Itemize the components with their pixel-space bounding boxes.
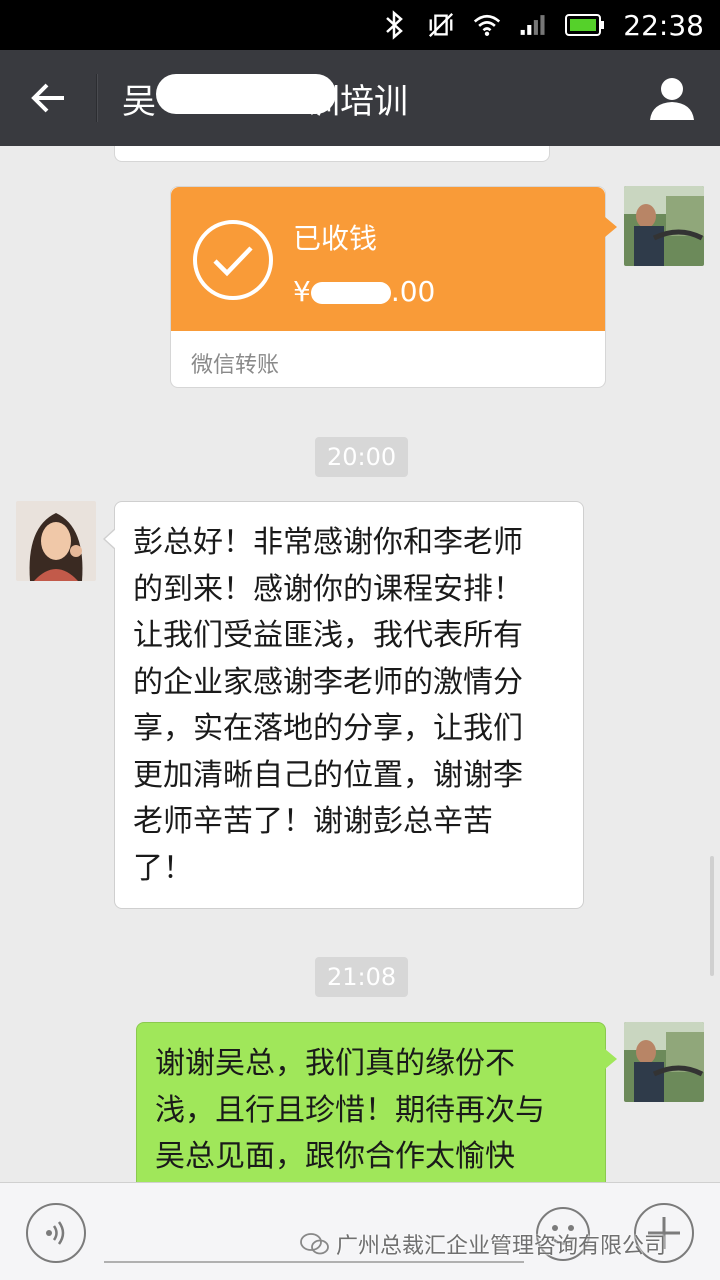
transfer-card-header: 已收钱 ¥ .00: [171, 187, 617, 331]
status-bar: 22:38: [0, 0, 720, 50]
previous-message-bubble[interactable]: [114, 146, 550, 162]
incoming-message-bubble[interactable]: 彭总好！非常感谢你和李老师 的到来！感谢你的课程安排！ 让我们受益匪浅，我代表所…: [103, 501, 584, 909]
back-button[interactable]: [0, 50, 96, 146]
profile-button[interactable]: [646, 72, 698, 124]
watermark-text: 广州总裁汇企业管理咨询有限公司: [336, 1234, 667, 1259]
message-line: 更加清晰自己的位置，谢谢李: [133, 757, 523, 793]
transfer-status: 已收钱: [293, 222, 378, 255]
message-input[interactable]: [104, 1261, 524, 1263]
signal-icon: [519, 11, 547, 39]
wifi-icon: [473, 11, 501, 39]
message-line: 了！: [133, 850, 193, 886]
voice-button[interactable]: [26, 1203, 86, 1263]
message-line: 谢谢吴总，我们真的缘份不: [155, 1046, 515, 1081]
message-line: 浅，且行且珍惜！期待再次与: [155, 1092, 545, 1128]
message-line: 吴总见面，跟你合作太愉快: [155, 1139, 515, 1174]
transfer-amount: ¥ .00: [293, 275, 435, 308]
chat-message-list[interactable]: 已收钱 ¥ .00 微信转账 20:00 彭总好！非常感谢你和李老师 的到来！感…: [0, 146, 720, 1182]
message-line: 彭总好！非常感谢你和李老师: [133, 525, 523, 560]
scrollbar[interactable]: [710, 856, 714, 976]
wechat-logo-icon: [300, 1233, 329, 1255]
redaction-mark: [156, 73, 336, 114]
outgoing-message-bubble[interactable]: 谢谢吴总，我们真的缘份不 浅，且行且珍惜！期待再次与 吴总见面，跟你合作太愉快: [136, 1022, 617, 1182]
chat-title-start: 吴: [122, 81, 156, 122]
header-divider: [96, 74, 98, 122]
transfer-card[interactable]: 已收钱 ¥ .00 微信转账: [170, 186, 617, 388]
message-line: 享，实在落地的分享，让我们: [133, 711, 523, 746]
message-line: 的企业家感谢李老师的激情分: [133, 664, 523, 700]
chat-title: 吴训培训: [122, 73, 408, 123]
person-icon: [650, 78, 694, 120]
vibrate-off-icon: [427, 11, 455, 39]
timestamp: 21:08: [315, 957, 409, 997]
amount-currency: ¥: [293, 275, 311, 308]
amount-cents: .00: [390, 275, 436, 308]
check-circle-icon: [193, 220, 273, 300]
message-line: 的到来！感谢你的课程安排！: [133, 571, 523, 607]
message-line: 老师辛苦了！谢谢彭总辛苦: [133, 804, 493, 839]
back-arrow-icon: [31, 83, 64, 113]
watermark: 广州总裁汇企业管理咨询有限公司: [300, 1228, 666, 1260]
timestamp: 20:00: [315, 437, 409, 477]
transfer-footer-label: 微信转账: [191, 353, 280, 378]
my-avatar[interactable]: [624, 1022, 704, 1102]
bluetooth-icon: [381, 10, 409, 40]
contact-avatar[interactable]: [16, 501, 96, 581]
voice-icon: [46, 1221, 65, 1245]
message-line: 让我们受益匪浅，我代表所有: [133, 618, 523, 653]
chat-header: 吴训培训: [0, 50, 720, 146]
amount-redaction: [310, 282, 391, 304]
status-time: 22:38: [623, 8, 704, 42]
my-avatar[interactable]: [624, 186, 704, 266]
battery-icon: [565, 11, 605, 39]
